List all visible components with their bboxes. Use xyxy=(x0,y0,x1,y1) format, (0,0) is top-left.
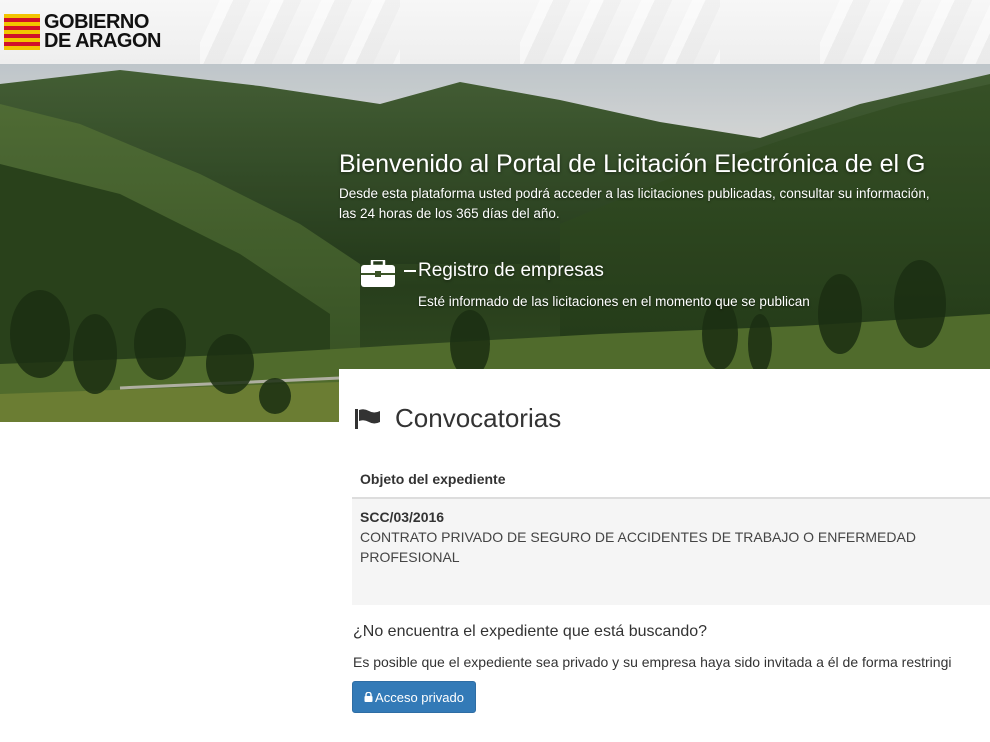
hero-text: Bienvenido al Portal de Licitación Elect… xyxy=(339,148,930,224)
not-found-title: ¿No encuentra el expediente que está bus… xyxy=(353,623,708,640)
flag-icon xyxy=(355,408,380,429)
table-header-objeto: Objeto del expediente xyxy=(352,457,990,499)
briefcase-icon xyxy=(361,260,395,287)
header-decoration xyxy=(820,0,990,64)
section-header: Convocatorias xyxy=(355,403,561,434)
header-decoration xyxy=(520,0,720,64)
header-decoration xyxy=(200,0,400,64)
not-found-description: Es posible que el expediente sea privado… xyxy=(353,654,952,670)
section-title: Convocatorias xyxy=(395,403,562,433)
gobierno-aragon-logo[interactable]: GOBIERNO DE ARAGON xyxy=(4,12,161,52)
lock-icon xyxy=(364,692,373,702)
expediente-code[interactable]: SCC/03/2016 xyxy=(360,507,982,527)
registro-title[interactable]: Registro de empresas xyxy=(404,260,604,282)
private-access-button[interactable]: Acceso privado xyxy=(352,681,476,713)
hero-description: Desde esta plataforma usted podrá accede… xyxy=(339,186,930,221)
expediente-description: CONTRATO PRIVADO DE SEGURO DE ACCIDENTES… xyxy=(360,529,916,565)
aragon-flag-icon xyxy=(4,14,40,50)
private-access-label: Acceso privado xyxy=(375,689,464,705)
site-header: GOBIERNO DE ARAGON xyxy=(0,0,990,64)
convocatorias-table: Objeto del expediente SCC/03/2016 CONTRA… xyxy=(352,457,990,605)
logo-text: GOBIERNO DE ARAGON xyxy=(44,11,161,52)
table-row[interactable]: SCC/03/2016 CONTRATO PRIVADO DE SEGURO D… xyxy=(352,499,990,605)
convocatorias-panel: Convocatorias Objeto del expediente SCC/… xyxy=(339,369,990,742)
registro-description: Esté informado de las licitaciones en el… xyxy=(418,294,810,309)
hero-title: Bienvenido al Portal de Licitación Elect… xyxy=(339,150,926,178)
